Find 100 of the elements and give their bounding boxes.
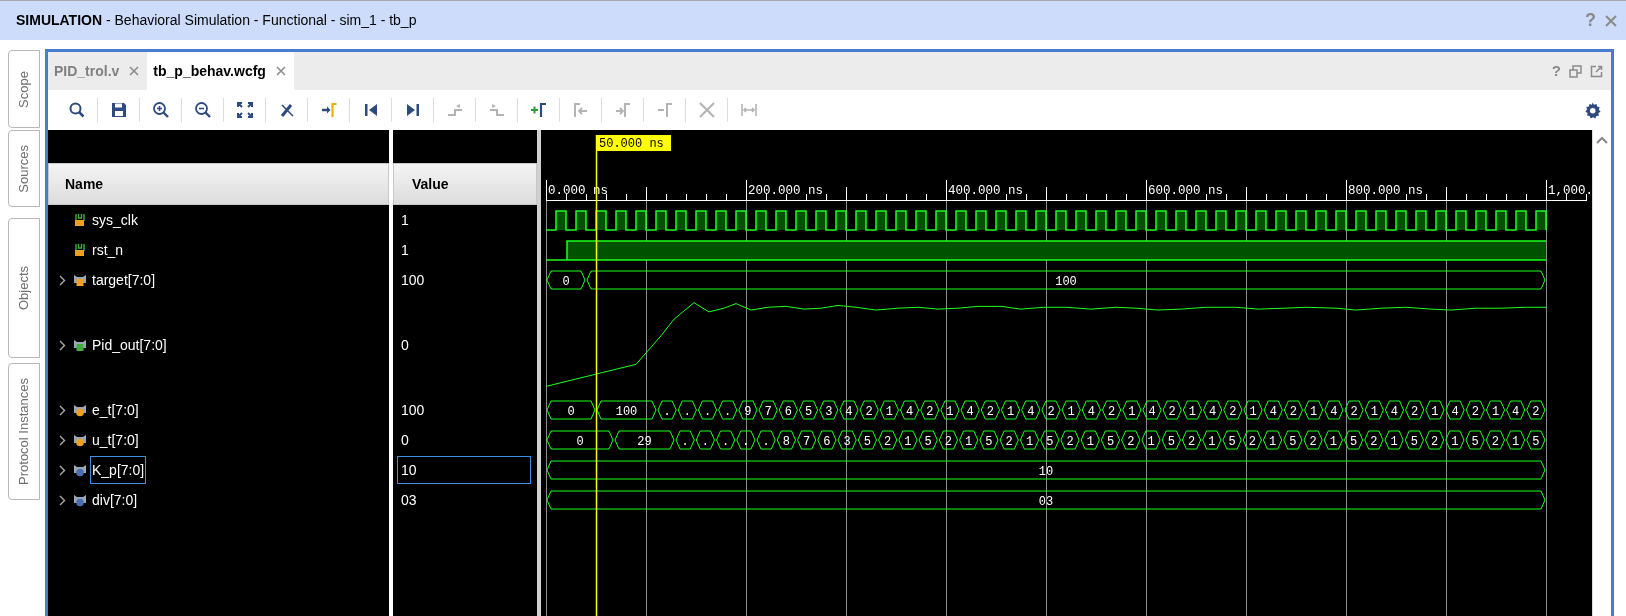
bus-segment	[1021, 400, 1041, 420]
bus-value: 5	[1106, 434, 1115, 449]
scroll-up-icon[interactable]	[1596, 136, 1608, 144]
signal-name[interactable]: e_t[7:0]	[90, 396, 141, 424]
bus-value: 7	[764, 404, 772, 419]
pop-out-icon[interactable]	[1590, 64, 1603, 78]
bus-segment	[1061, 400, 1081, 420]
bus-value: 5	[1532, 434, 1540, 449]
bus-segment	[920, 400, 940, 420]
settings-icon[interactable]	[1584, 101, 1601, 119]
close-icon[interactable]	[129, 66, 140, 76]
expand-chevron-icon[interactable]	[59, 494, 66, 506]
bus-segment	[1343, 430, 1364, 450]
add-marker-icon	[529, 101, 548, 119]
bus-value: .	[701, 434, 709, 449]
bus-value: 2	[1411, 404, 1419, 419]
expand-chevron-icon[interactable]	[59, 464, 66, 476]
bus-segment	[1364, 430, 1384, 450]
bus-segment	[1243, 400, 1263, 420]
bus-segment	[1081, 400, 1101, 420]
bus-value: 1	[1007, 404, 1015, 419]
bus-segment	[1142, 400, 1162, 420]
bus-segment	[1263, 400, 1283, 420]
bus-segment	[999, 430, 1019, 450]
bus-segment	[1283, 400, 1304, 420]
bus-segment	[778, 400, 798, 420]
signal-name[interactable]: K_p[7:0]	[90, 456, 147, 484]
bus-segment	[1202, 430, 1222, 450]
bus-segment	[798, 400, 819, 420]
signal-name[interactable]: target[7:0]	[90, 266, 158, 294]
bus-value: .	[724, 404, 732, 419]
bus-output-icon	[73, 338, 87, 352]
bus-value: 2	[1471, 404, 1479, 419]
column-header[interactable]: Name	[48, 163, 389, 205]
signal-name[interactable]: sys_clk	[90, 206, 140, 234]
close-icon[interactable]	[275, 66, 286, 76]
signal-name[interactable]: div[7:0]	[90, 486, 140, 514]
column-header[interactable]: Value	[393, 163, 537, 205]
side-tab[interactable]: Protocol Instances	[8, 363, 40, 500]
bus-value: 4	[1148, 404, 1156, 419]
signal-name[interactable]: Pid_out[7:0]	[90, 331, 169, 359]
bus-value: 5	[863, 434, 872, 449]
expand-chevron-icon[interactable]	[59, 434, 66, 446]
bus-segment	[1506, 430, 1526, 450]
signal-value: 100	[400, 401, 426, 420]
bus-value: 5	[1228, 434, 1236, 449]
side-tab[interactable]: Sources	[8, 130, 40, 207]
bus-segment	[1162, 400, 1182, 420]
bus-value: 1	[1390, 434, 1398, 449]
bus-segment	[1019, 430, 1040, 450]
bus-value: 1	[1025, 434, 1034, 449]
bus-value: 1	[1067, 404, 1075, 419]
bus-segment	[758, 400, 778, 420]
cursor-label: 50.000 ns	[597, 135, 671, 151]
bus-value: 1	[1268, 434, 1277, 449]
bus-segment	[738, 400, 758, 420]
expand-chevron-icon[interactable]	[59, 404, 66, 416]
bus-value: 5	[804, 404, 813, 419]
bus-value: 4	[1027, 404, 1035, 419]
bus-value: 2	[944, 434, 953, 449]
bus-segment	[1102, 400, 1122, 420]
bus-value: 2	[1168, 404, 1176, 419]
bus-value: 100	[1055, 274, 1077, 289]
bus-value: 2	[1127, 434, 1135, 449]
bus-value: 2	[1187, 434, 1196, 449]
bus-segment	[918, 430, 938, 450]
bus-value: 5	[1046, 434, 1054, 449]
bus-value: 5	[1167, 434, 1175, 449]
signal-name[interactable]: rst_n	[90, 236, 126, 264]
bus-value: 9	[744, 404, 752, 419]
signal-name[interactable]: u_t[7:0]	[90, 426, 141, 454]
ruler-label: 400.000 ns	[948, 184, 1023, 198]
restore-icon[interactable]	[1569, 64, 1582, 78]
bus-segment	[1161, 430, 1181, 450]
bus-value: 2	[1289, 404, 1298, 419]
bus-value: 2	[1309, 434, 1317, 449]
bus-segment	[960, 400, 980, 420]
bus-value: 4	[1512, 404, 1520, 419]
bus-value: 2	[1370, 434, 1378, 449]
bus-segment	[1100, 430, 1121, 450]
signal-value: 100	[400, 271, 426, 290]
bus-segment	[1203, 400, 1223, 420]
bus-segment	[1485, 400, 1506, 420]
bus-segment	[697, 400, 718, 420]
zoom-out-icon	[193, 101, 212, 119]
signal-value: 0	[400, 431, 410, 450]
editor-tab[interactable]: tb_p_behav.wcfg	[147, 52, 294, 90]
expand-chevron-icon[interactable]	[59, 274, 66, 286]
bus-value: 5	[1349, 434, 1358, 449]
expand-chevron-icon[interactable]	[59, 339, 66, 351]
bus-segment	[546, 430, 614, 450]
side-tab[interactable]: Scope	[8, 50, 40, 128]
bus-value: 1	[1208, 434, 1216, 449]
side-tab[interactable]: Objects	[8, 218, 40, 358]
bus-input-icon	[73, 273, 87, 287]
bus-segment	[898, 430, 918, 450]
bus-segment	[1304, 400, 1324, 420]
bus-value: 3	[843, 434, 851, 449]
ruler-label: 800.000 ns	[1348, 184, 1423, 198]
bus-value: 1	[946, 404, 954, 419]
